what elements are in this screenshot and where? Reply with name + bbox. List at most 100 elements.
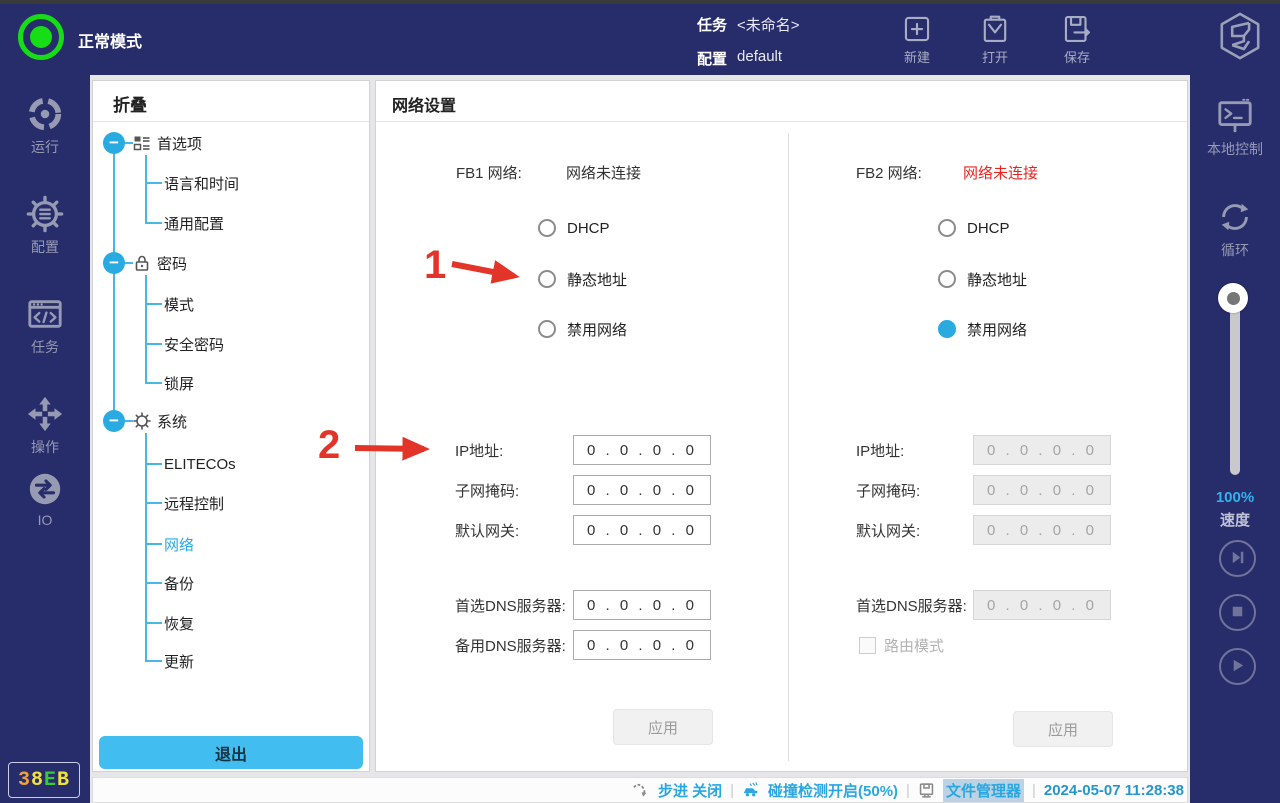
step-forward-button[interactable]: [1219, 540, 1256, 577]
speed-slider-track[interactable]: [1230, 295, 1240, 475]
fb1-ip-input[interactable]: 0 . 0 . 0 . 0: [573, 435, 711, 465]
tree-item-label: ELITECOs: [164, 456, 236, 473]
tree-item-label: 更新: [164, 651, 194, 672]
nav-io-label: IO: [0, 512, 90, 528]
nav-config[interactable]: 配置: [0, 195, 90, 257]
checkbox-icon[interactable]: [859, 637, 876, 654]
task-row: 任务 <未命名>: [697, 14, 800, 35]
fb1-radio-dhcp[interactable]: DHCP: [538, 218, 610, 238]
tree-item-elitecos[interactable]: ELITECOs: [164, 452, 236, 476]
tree-item-backup[interactable]: 备份: [164, 571, 194, 595]
loop-button[interactable]: 循环: [1190, 198, 1280, 260]
tree-group-preferences[interactable]: 首选项: [133, 131, 202, 155]
radio-icon[interactable]: [538, 219, 556, 237]
tree-item-safety-password[interactable]: 安全密码: [164, 332, 224, 356]
nav-operate[interactable]: 操作: [0, 395, 90, 457]
left-nav-rail: 运行 配置: [0, 75, 90, 803]
hex-char: 8: [31, 769, 44, 792]
local-control-button[interactable]: 本地控制: [1190, 97, 1280, 159]
radio-icon[interactable]: [538, 270, 556, 288]
open-icon: [963, 12, 1027, 46]
tree-line: [145, 543, 162, 545]
fb1-dns2-input[interactable]: 0 . 0 . 0 . 0: [573, 630, 711, 660]
nav-run[interactable]: 运行: [0, 95, 90, 157]
nav-io[interactable]: IO: [0, 470, 90, 528]
tree-group-password[interactable]: 密码: [133, 251, 187, 275]
radio-label: 静态地址: [967, 269, 1027, 290]
step-mode-icon: [632, 781, 650, 799]
tree-item-general-config[interactable]: 通用配置: [164, 211, 224, 235]
fb1-radio-disable[interactable]: 禁用网络: [538, 319, 627, 339]
fb2-network-label: FB2 网络:: [856, 162, 922, 182]
tree-item-network[interactable]: 网络: [164, 532, 194, 556]
tree-line: [145, 502, 162, 504]
hex-char: E: [44, 769, 57, 792]
radio-icon[interactable]: [538, 320, 556, 338]
radio-icon[interactable]: [938, 219, 956, 237]
divider: [93, 121, 369, 122]
tree-item-label: 备份: [164, 573, 194, 594]
nav-config-label: 配置: [0, 237, 90, 257]
fb2-radio-static[interactable]: 静态地址: [938, 269, 1027, 289]
save-button[interactable]: 保存: [1045, 12, 1109, 66]
fb1-gateway-label: 默认网关:: [455, 520, 519, 540]
nav-task[interactable]: 任务: [0, 295, 90, 357]
fb1-apply-button[interactable]: 应用: [613, 709, 713, 745]
file-manager-button[interactable]: 文件管理器: [943, 779, 1024, 802]
tree-line: [145, 433, 147, 661]
tree-item-update[interactable]: 更新: [164, 649, 194, 673]
open-button[interactable]: 打开: [963, 12, 1027, 66]
tree-group-system[interactable]: 系统: [133, 409, 187, 433]
save-icon: [1045, 12, 1109, 46]
tree-item-lock-screen[interactable]: 锁屏: [164, 371, 194, 395]
tree-line: [145, 382, 162, 384]
loop-label: 循环: [1190, 240, 1280, 260]
fb2-dns1-input: 0 . 0 . 0 . 0: [973, 590, 1111, 620]
fb2-apply-button[interactable]: 应用: [1013, 711, 1113, 747]
new-button-label: 新建: [885, 47, 949, 66]
hex-char: 3: [18, 769, 31, 792]
stop-button[interactable]: [1219, 594, 1256, 631]
separator: |: [906, 782, 910, 799]
config-row: 配置 default: [697, 48, 782, 69]
fb2-radio-dhcp[interactable]: DHCP: [938, 218, 1010, 238]
annotation-number-1: 1: [424, 245, 446, 285]
collapse-node-password[interactable]: −: [103, 252, 125, 274]
radio-icon-checked[interactable]: [938, 320, 956, 338]
elite-logo-icon: [1214, 10, 1266, 62]
fb1-gateway-input[interactable]: 0 . 0 . 0 . 0: [573, 515, 711, 545]
play-button[interactable]: [1219, 648, 1256, 685]
speed-slider-knob[interactable]: [1218, 283, 1248, 313]
tree-item-restore[interactable]: 恢复: [164, 611, 194, 635]
run-icon: [0, 95, 90, 133]
tree-item-remote-control[interactable]: 远程控制: [164, 491, 224, 515]
exit-button[interactable]: 退出: [99, 736, 363, 769]
radio-icon[interactable]: [938, 270, 956, 288]
fb2-radio-disable[interactable]: 禁用网络: [938, 319, 1027, 339]
gear-icon: [0, 195, 90, 233]
tree-item-language-time[interactable]: 语言和时间: [164, 171, 239, 195]
code-window-icon: [0, 295, 90, 333]
fb2-subnet-input: 0 . 0 . 0 . 0: [973, 475, 1111, 505]
robot-status-indicator[interactable]: [18, 14, 64, 60]
tree-collapse-header[interactable]: 折叠: [113, 91, 147, 116]
fb1-subnet-label: 子网掩码:: [455, 480, 519, 500]
config-label: 配置: [697, 48, 727, 69]
nav-run-label: 运行: [0, 137, 90, 157]
tree-line: [145, 182, 162, 184]
fb1-subnet-input[interactable]: 0 . 0 . 0 . 0: [573, 475, 711, 505]
tree-item-label: 锁屏: [164, 373, 194, 394]
collapse-node-system[interactable]: −: [103, 410, 125, 432]
safety-checksum-badge[interactable]: 3 8 E B: [8, 762, 80, 798]
fb1-dns1-input[interactable]: 0 . 0 . 0 . 0: [573, 590, 711, 620]
step-mode-status[interactable]: 步进 关闭: [658, 780, 722, 801]
collision-detection-status[interactable]: 碰撞检测开启(50%): [768, 780, 898, 801]
fb2-route-mode-row[interactable]: 路由模式: [859, 635, 944, 656]
fb1-radio-static[interactable]: 静态地址: [538, 269, 627, 289]
fb2-gateway-input: 0 . 0 . 0 . 0: [973, 515, 1111, 545]
tree-item-label: 网络: [164, 534, 194, 555]
tree-item-mode[interactable]: 模式: [164, 292, 194, 316]
collapse-node-preferences[interactable]: −: [103, 132, 125, 154]
new-button[interactable]: 新建: [885, 12, 949, 66]
fb1-dns2-label: 备用DNS服务器:: [455, 635, 566, 655]
